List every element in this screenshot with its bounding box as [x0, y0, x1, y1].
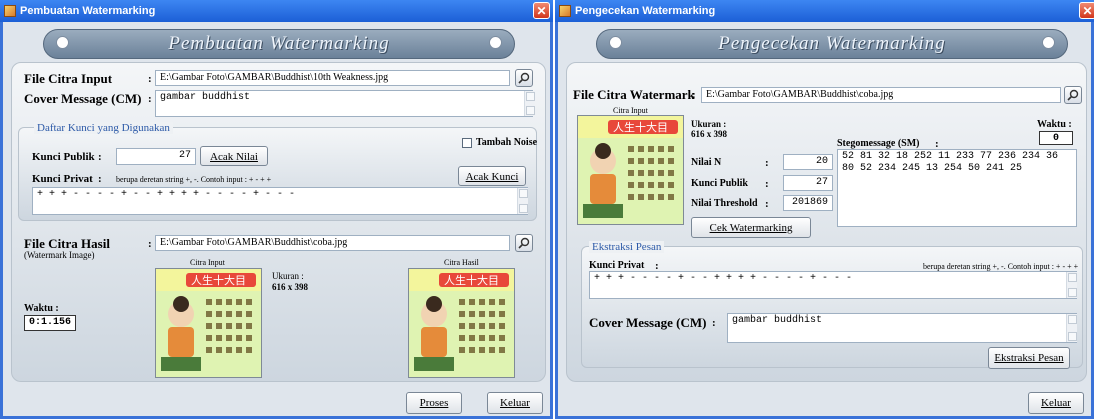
search-icon[interactable] [1064, 86, 1082, 104]
nilai-n-input[interactable]: 20 [783, 154, 833, 170]
banner-title: Pembuatan Watermarking [168, 33, 390, 54]
threshold-label: Nilai Threshold [691, 198, 758, 209]
cover-label: Cover Message (CM) [24, 91, 142, 106]
search-icon[interactable] [515, 234, 533, 252]
window-pengecekan: Pengecekan Watermarking ✕ Pengecekan Wat… [555, 0, 1094, 419]
cover-message-input[interactable]: gambar buddhist [155, 90, 533, 117]
citra-input-image: 人生十大目 [155, 268, 262, 378]
banner: Pengecekan Watermarking [596, 29, 1068, 59]
cover-label: Cover Message (CM) [589, 315, 707, 330]
group-title: Daftar Kunci yang Digunakan [34, 122, 173, 134]
scrollbar[interactable] [1066, 272, 1077, 298]
kunci-privat-input[interactable]: + + + - - - - + - - + + + + - - - - + - … [32, 187, 528, 215]
tambah-noise-checkbox[interactable]: Tambah Noise [462, 137, 537, 148]
waktu-label: Waktu : [1037, 119, 1072, 130]
hasil-sublabel: (Watermark Image) [24, 250, 95, 260]
tambah-noise-label: Tambah Noise [476, 137, 538, 148]
hasil-file-field[interactable]: E:\Gambar Foto\GAMBAR\Buddhist\coba.jpg [155, 235, 510, 251]
title-bar: Pengecekan Watermarking ✕ [555, 0, 1094, 22]
banner-knob-right [489, 36, 502, 49]
app-icon [559, 5, 571, 17]
window-title: Pembuatan Watermarking [20, 5, 156, 17]
main-panel: File Citra Input : E:\Gambar Foto\GAMBAR… [11, 62, 546, 382]
file-input-field[interactable]: E:\Gambar Foto\GAMBAR\Buddhist\10th Weak… [155, 70, 510, 86]
main-panel: File Citra Watermark : E:\Gambar Foto\GA… [566, 62, 1087, 382]
title-bar: Pembuatan Watermarking ✕ [0, 0, 553, 22]
colon: : [98, 151, 102, 163]
search-icon[interactable] [515, 69, 533, 87]
cover-message-output[interactable]: gambar buddhist [727, 313, 1077, 343]
citra-hasil-caption: Citra Hasil [444, 258, 479, 267]
ukuran-label: Ukuran : [272, 271, 304, 281]
ukuran-label: Ukuran : [691, 119, 727, 129]
colon: : [765, 178, 769, 190]
kunci-privat-input[interactable]: + + + - - - - + - - + + + + - - - - + - … [589, 271, 1077, 299]
acak-kunci-button[interactable]: Acak Kunci [458, 166, 526, 186]
file-input-label: File Citra Input [24, 71, 113, 86]
kunci-privat-label: Kunci Privat [589, 260, 645, 271]
image-glyphs: 人生十大目 [191, 273, 246, 287]
stego-label: Stegomessage (SM) [837, 138, 920, 149]
colon: : [148, 238, 152, 250]
citra-hasil-image: 人生十大目 [408, 268, 515, 378]
colon: : [712, 317, 716, 329]
kunci-publik-label: Kunci Publik [691, 178, 748, 189]
file-watermark-label: File Citra Watermark [573, 87, 695, 102]
window-title: Pengecekan Watermarking [575, 5, 716, 17]
kunci-publik-input[interactable]: 27 [116, 148, 196, 165]
window-pembuatan: Pembuatan Watermarking ✕ Pembuatan Water… [0, 0, 553, 419]
banner-title: Pengecekan Watermarking [718, 33, 946, 54]
colon: : [765, 157, 769, 169]
ukuran-value: 616 x 398 [691, 129, 727, 139]
scrollbar[interactable] [524, 91, 535, 116]
close-icon[interactable]: ✕ [533, 2, 550, 19]
banner-knob-right [1042, 36, 1055, 49]
waktu-value: 0:1.156 [24, 315, 76, 331]
image-glyphs: 人生十大目 [444, 273, 499, 287]
ukuran-value: 616 x 398 [272, 282, 308, 292]
ekstraksi-pesan-button[interactable]: Ekstraksi Pesan [988, 347, 1070, 369]
colon: : [98, 173, 102, 185]
colon: : [148, 73, 152, 85]
nilai-n-label: Nilai N [691, 157, 722, 168]
keluar-button[interactable]: Keluar [487, 392, 543, 414]
kunci-publik-input[interactable]: 27 [783, 175, 833, 191]
scrollbar[interactable] [517, 188, 528, 214]
client-area: Pengecekan Watermarking File Citra Water… [558, 22, 1091, 416]
banner: Pembuatan Watermarking [43, 29, 515, 59]
checkbox-icon[interactable] [462, 137, 472, 148]
cek-watermarking-button[interactable]: Cek Watermarking [691, 217, 811, 238]
scrollbar[interactable] [1066, 314, 1077, 342]
waktu-label: Waktu : [24, 303, 59, 314]
stego-textarea[interactable]: 52 81 32 18 252 11 233 77 236 234 36 80 … [837, 149, 1077, 227]
proses-button[interactable]: Proses [406, 392, 462, 414]
kunci-privat-label: Kunci Privat [32, 173, 93, 185]
ekstraksi-title: Ekstraksi Pesan [589, 241, 665, 253]
kunci-privat-hint: berupa deretan string +, -. Contoh input… [923, 262, 1079, 271]
image-glyphs: 人生十大目 [613, 120, 668, 134]
app-icon [4, 5, 16, 17]
threshold-input[interactable]: 201869 [783, 195, 833, 211]
waktu-value: 0 [1039, 131, 1073, 145]
colon: : [148, 93, 152, 105]
colon: : [765, 198, 769, 210]
client-area: Pembuatan Watermarking File Citra Input … [3, 22, 550, 416]
close-icon[interactable]: ✕ [1079, 2, 1094, 19]
colon: : [692, 89, 696, 101]
acak-nilai-button[interactable]: Acak Nilai [200, 146, 268, 166]
citra-input-image: 人生十大目 [577, 115, 684, 225]
citra-input-caption: Citra Input [190, 258, 225, 267]
kunci-privat-hint: berupa deretan string +, -. Contoh input… [116, 175, 272, 184]
keluar-button[interactable]: Keluar [1028, 392, 1084, 414]
file-watermark-field[interactable]: E:\Gambar Foto\GAMBAR\Buddhist\coba.jpg [701, 87, 1061, 103]
citra-input-caption: Citra Input [613, 106, 648, 115]
kunci-publik-label: Kunci Publik [32, 151, 95, 163]
